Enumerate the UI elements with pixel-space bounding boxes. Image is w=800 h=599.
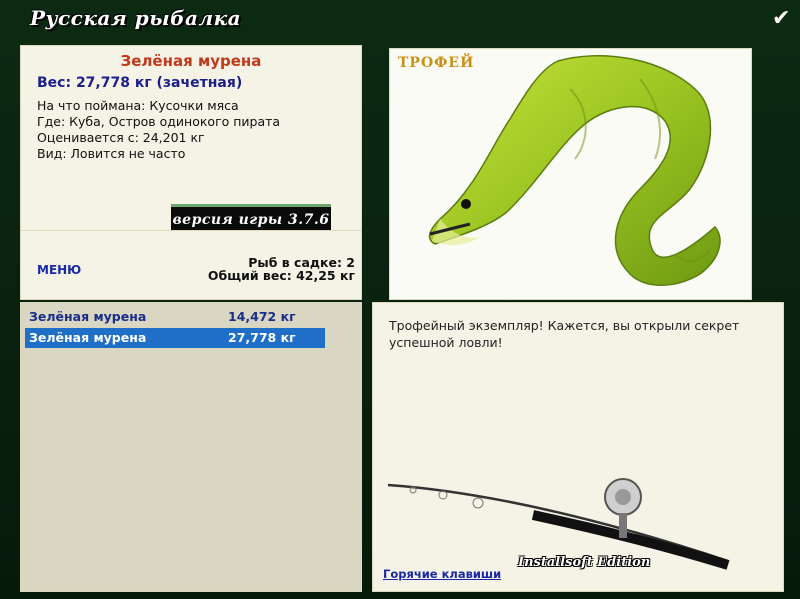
list-item-name: Зелёная мурена — [29, 330, 147, 345]
fish-name: Зелёная мурена — [120, 52, 262, 70]
description-text: Трофейный экземпляр! Кажется, вы открыли… — [389, 318, 740, 350]
hotkeys-link[interactable]: Горячие клавиши — [383, 567, 501, 581]
type-text: Вид: Ловится не часто — [37, 146, 186, 161]
fish-weight: Вес: 27,778 кг (зачетная) — [37, 75, 243, 91]
edition-label: Installsoft Edition — [518, 555, 651, 570]
window-title: Русская рыбалка — [30, 6, 242, 30]
bait-text: На что поймана: Кусочки мяса — [37, 98, 239, 113]
fish-info-panel: Зелёная мурена Вес: 27,778 кг (зачетная)… — [20, 45, 362, 233]
description-panel: Трофейный экземпляр! Кажется, вы открыли… — [372, 302, 784, 592]
version-label: версия игры 3.7.6 — [171, 204, 331, 233]
list-item[interactable]: Зелёная мурена 14,472 кг — [25, 307, 325, 327]
list-item-weight: 14,472 кг — [228, 309, 296, 324]
rated-text: Оценивается с: 24,201 кг — [37, 130, 205, 145]
list-item-weight: 27,778 кг — [228, 330, 296, 345]
menu-button[interactable]: МЕНЮ — [37, 263, 81, 277]
location-text: Где: Куба, Остров одинокого пирата — [37, 114, 281, 129]
keepnet-stats-panel: МЕНЮ Рыб в садке: 2 Общий вес: 42,25 кг — [20, 230, 362, 300]
close-check-icon[interactable]: ✔ — [772, 6, 790, 31]
game-window: Русская рыбалка ✔ Зелёная мурена Вес: 27… — [0, 0, 800, 599]
list-item-selected[interactable]: Зелёная мурена 27,778 кг — [25, 328, 325, 348]
catch-list: Зелёная мурена 14,472 кг Зелёная мурена … — [20, 302, 362, 592]
trophy-image-panel: ТРОФЕЙ — [389, 48, 752, 300]
moray-eel-image — [428, 54, 721, 286]
total-weight: Общий вес: 42,25 кг — [207, 268, 355, 283]
list-item-name: Зелёная мурена — [29, 309, 147, 324]
